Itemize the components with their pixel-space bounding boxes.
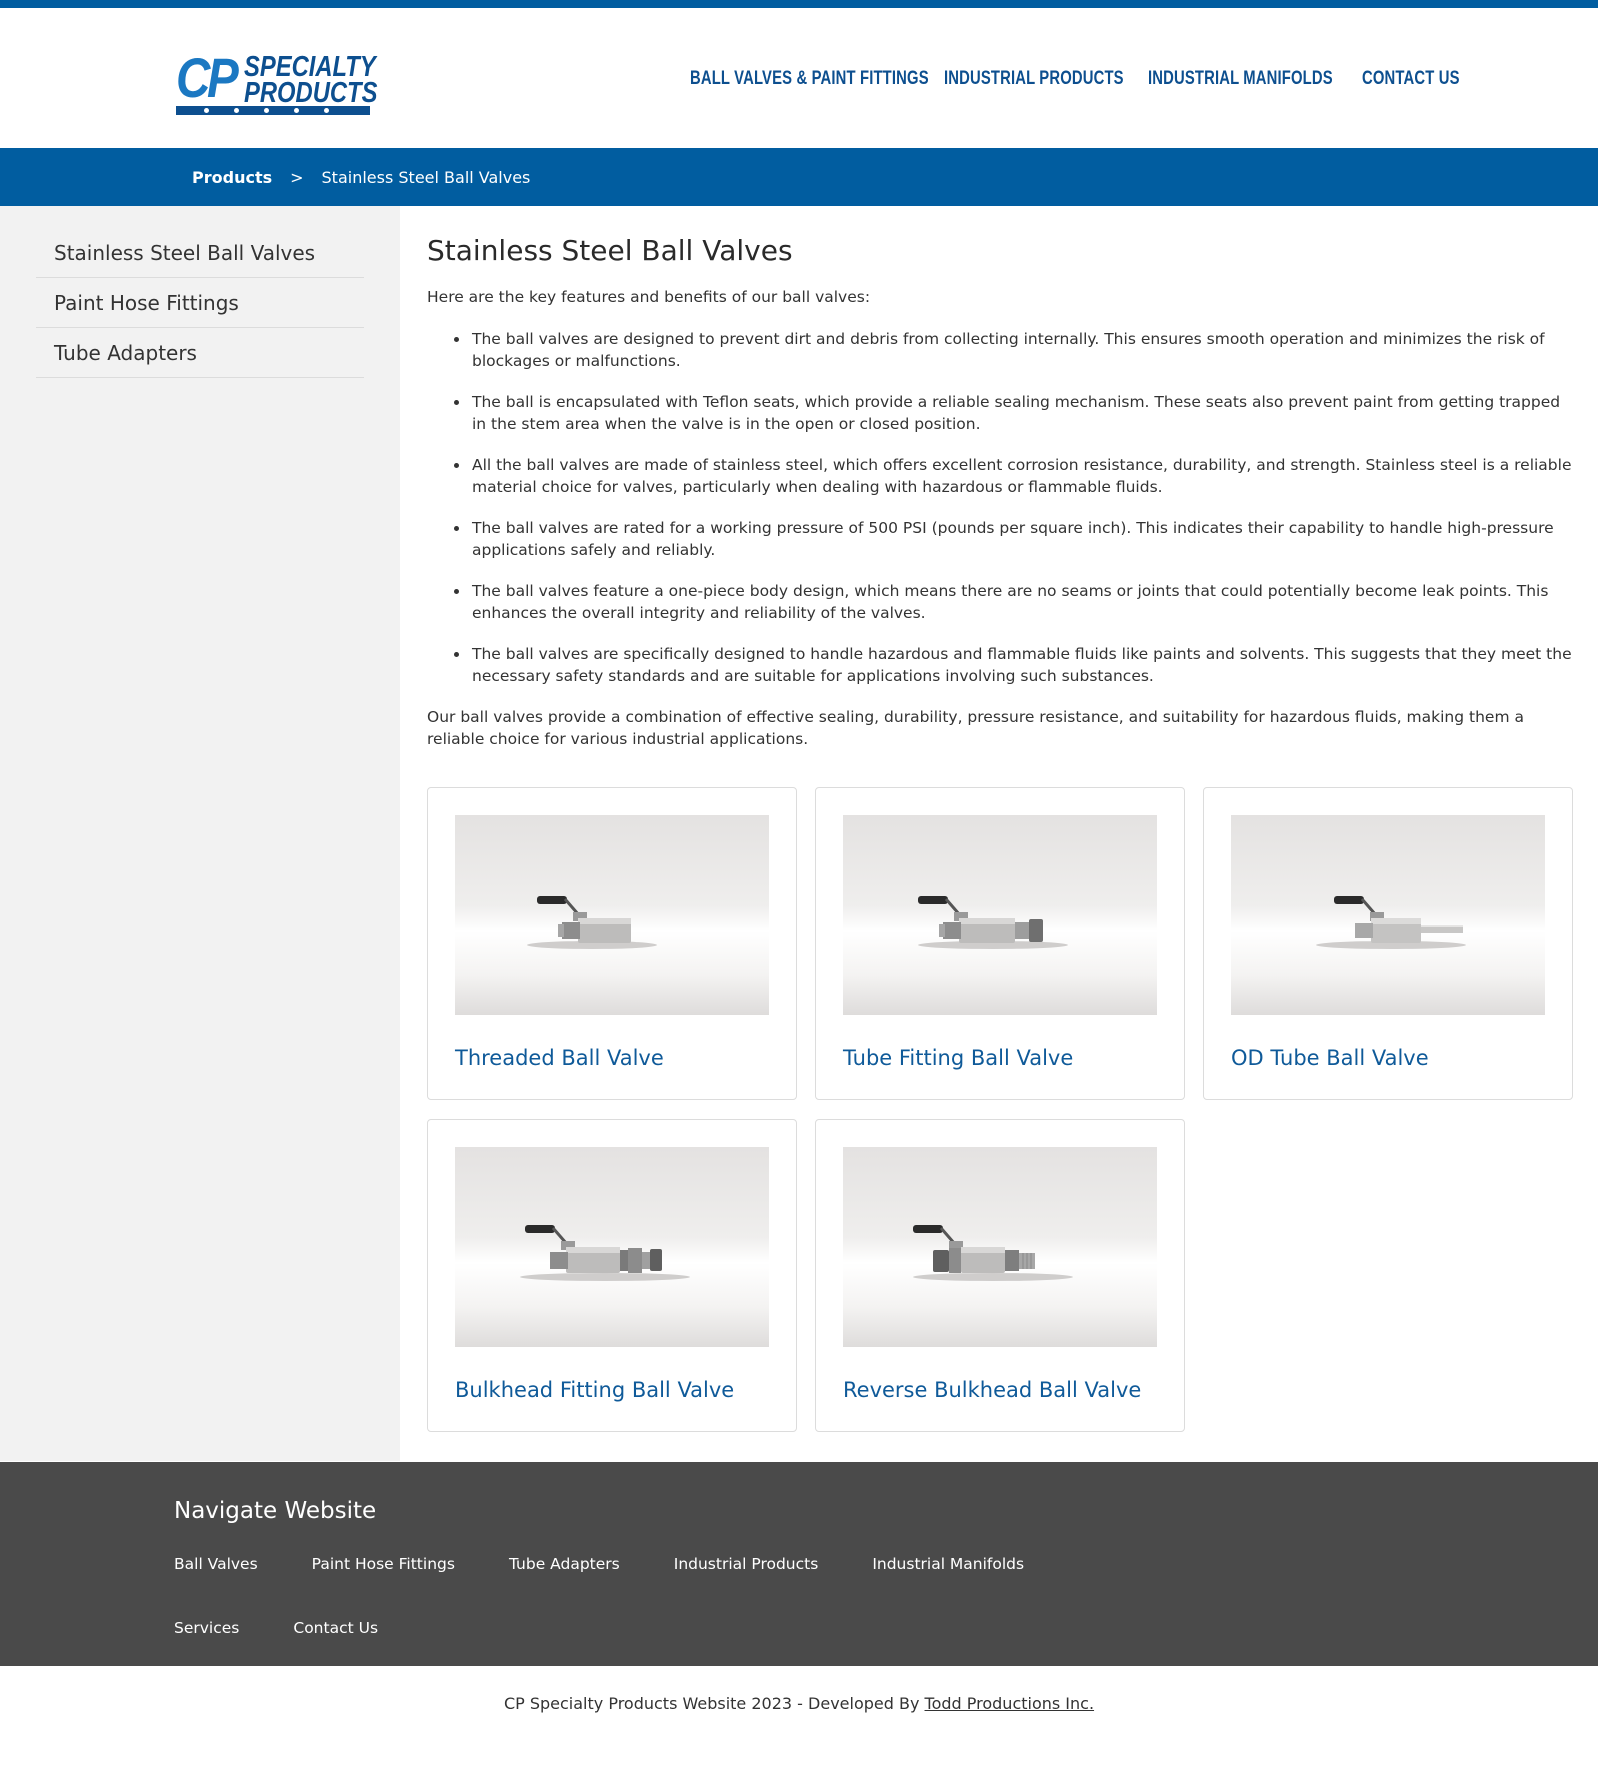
footer-link-ball-valves[interactable]: Ball Valves <box>174 1554 258 1574</box>
intro-text: Here are the key features and benefits o… <box>427 288 871 306</box>
feature-item: The ball valves feature a one-piece body… <box>454 580 1572 624</box>
feature-item: The ball valves are designed to prevent … <box>454 328 1572 372</box>
tube-fitting-ball-valve-photo[interactable] <box>843 815 1157 1015</box>
developer-link[interactable]: Todd Productions Inc. <box>925 1694 1095 1713</box>
site-footer: Navigate Website Ball Valves Paint Hose … <box>0 1462 1598 1666</box>
sidebar-item-tube-adapters[interactable]: Tube Adapters <box>36 328 364 378</box>
top-accent-bar <box>0 0 1598 8</box>
copyright-text: CP Specialty Products Website 2023 - Dev… <box>503 1694 920 1713</box>
footer-link-tube-adapters[interactable]: Tube Adapters <box>509 1554 620 1574</box>
logo-cp-mark: CP <box>176 46 239 109</box>
main-nav: BALL VALVES & PAINT FITTINGS INDUSTRIAL … <box>690 68 1459 90</box>
sidebar-item-stainless-steel-ball-valves[interactable]: Stainless Steel Ball Valves <box>36 228 364 278</box>
logo-wordmark: SPECIALTY PRODUCTS <box>244 53 378 109</box>
footer-link-contact-us[interactable]: Contact Us <box>293 1618 378 1638</box>
breadcrumb: Products > Stainless Steel Ball Valves <box>192 168 530 187</box>
feature-item: All the ball valves are made of stainles… <box>454 456 1572 496</box>
sidebar: Stainless Steel Ball Valves Paint Hose F… <box>0 206 400 1461</box>
product-card-threaded-ball-valve[interactable]: Threaded Ball Valve <box>427 787 797 1100</box>
breadcrumb-current: Stainless Steel Ball Valves <box>321 168 531 187</box>
breadcrumb-bar: Products > Stainless Steel Ball Valves <box>0 148 1598 206</box>
product-title[interactable]: Bulkhead Fitting Ball Valve <box>455 1378 734 1402</box>
site-logo[interactable]: CP SPECIALTY PRODUCTS <box>176 46 378 118</box>
nav-industrial-manifolds[interactable]: INDUSTRIAL MANIFOLDS <box>1148 68 1333 90</box>
feature-item: The ball valves are specifically designe… <box>454 645 1572 685</box>
threaded-ball-valve-photo[interactable] <box>455 815 769 1015</box>
site-header: CP SPECIALTY PRODUCTS BALL VALVES & PAIN… <box>0 8 1598 148</box>
logo-line-2: PRODUCTS <box>244 77 378 109</box>
product-title[interactable]: OD Tube Ball Valve <box>1231 1046 1429 1070</box>
footer-link-industrial-products[interactable]: Industrial Products <box>674 1554 819 1574</box>
od-tube-ball-valve-photo[interactable] <box>1231 815 1545 1015</box>
sidebar-menu: Stainless Steel Ball Valves Paint Hose F… <box>36 228 364 378</box>
breadcrumb-separator: > <box>290 168 304 187</box>
footer-heading: Navigate Website <box>174 1498 377 1524</box>
footer-link-industrial-manifolds[interactable]: Industrial Manifolds <box>872 1554 1024 1574</box>
footer-links: Ball Valves Paint Hose Fittings Tube Ada… <box>174 1554 1074 1638</box>
product-title[interactable]: Threaded Ball Valve <box>455 1046 664 1070</box>
sidebar-item-paint-hose-fittings[interactable]: Paint Hose Fittings <box>36 278 364 328</box>
nav-contact-us[interactable]: CONTACT US <box>1362 68 1459 90</box>
reverse-bulkhead-ball-valve-photo[interactable] <box>843 1147 1157 1347</box>
footer-link-services[interactable]: Services <box>174 1618 239 1638</box>
page-title: Stainless Steel Ball Valves <box>427 234 793 267</box>
footer-link-paint-hose-fittings[interactable]: Paint Hose Fittings <box>312 1554 455 1574</box>
logo-underline-bar <box>176 106 370 115</box>
product-card-bulkhead-fitting-ball-valve[interactable]: Bulkhead Fitting Ball Valve <box>427 1119 797 1432</box>
product-title[interactable]: Reverse Bulkhead Ball Valve <box>843 1378 1141 1402</box>
feature-item: The ball valves are rated for a working … <box>454 517 1572 561</box>
summary-text: Our ball valves provide a combination of… <box>427 708 1524 748</box>
product-card-reverse-bulkhead-ball-valve[interactable]: Reverse Bulkhead Ball Valve <box>815 1119 1185 1432</box>
copyright: CP Specialty Products Website 2023 - Dev… <box>0 1694 1598 1713</box>
feature-item: The ball is encapsulated with Teflon sea… <box>454 391 1572 435</box>
nav-industrial-products[interactable]: INDUSTRIAL PRODUCTS <box>944 68 1124 90</box>
nav-ball-valves-paint-fittings[interactable]: BALL VALVES & PAINT FITTINGS <box>690 68 929 90</box>
product-title[interactable]: Tube Fitting Ball Valve <box>843 1046 1073 1070</box>
product-card-tube-fitting-ball-valve[interactable]: Tube Fitting Ball Valve <box>815 787 1185 1100</box>
product-card-od-tube-ball-valve[interactable]: OD Tube Ball Valve <box>1203 787 1573 1100</box>
breadcrumb-products-link[interactable]: Products <box>192 168 272 187</box>
bulkhead-fitting-ball-valve-photo[interactable] <box>455 1147 769 1347</box>
feature-list: The ball valves are designed to prevent … <box>454 328 1572 706</box>
